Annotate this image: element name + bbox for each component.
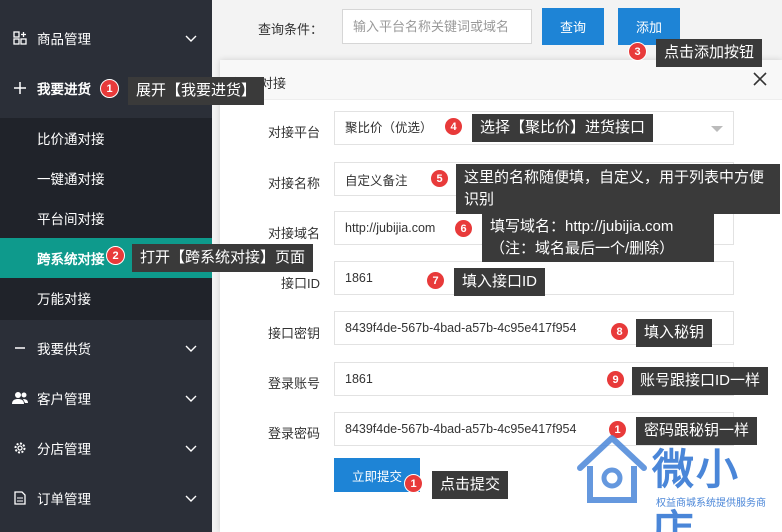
chevron-down-icon <box>185 445 197 452</box>
plus-icon <box>12 80 28 96</box>
account-label: 登录账号 <box>267 376 320 391</box>
chevron-down-icon <box>185 35 197 42</box>
step-badge-8: 8 <box>610 322 629 341</box>
api-key-label: 接口密钥 <box>267 326 320 341</box>
chevron-down-icon <box>185 395 197 402</box>
tip-click-submit: 点击提交 <box>432 471 509 499</box>
sidebar-item-label: 我要进货 <box>37 82 91 97</box>
password-label: 登录密码 <box>267 426 320 441</box>
watermark-brand: 微小店 <box>652 445 741 532</box>
tip-fill-key: 填入秘钥 <box>636 319 713 347</box>
tip-fill-api-id: 填入接口ID <box>454 268 546 296</box>
tip-click-add: 点击添加按钮 <box>656 39 763 67</box>
watermark-slogan: 权益商城系统提供服务商 <box>656 498 766 509</box>
step-badge-6: 6 <box>454 219 473 238</box>
tip-open-cross-system: 打开【跨系统对接】页面 <box>132 244 314 272</box>
users-icon <box>12 390 28 406</box>
chevron-down-icon <box>185 495 197 502</box>
step-badge-9: 9 <box>606 370 625 389</box>
step-badge-7: 7 <box>426 271 445 290</box>
tip-domain-line: 填写域名：http://jubijia.com <box>490 218 674 235</box>
step-badge-1: 1 <box>100 79 119 98</box>
sidebar-item-label: 客户管理 <box>37 392 91 407</box>
sidebar-item-goods[interactable]: 商品管理 <box>0 18 212 58</box>
domain-label: 对接域名 <box>267 226 320 241</box>
subitem-price-compare[interactable]: 比价通对接 <box>0 118 212 158</box>
sidebar-item-label: 我要供货 <box>37 342 91 357</box>
sidebar-item-label: 商品管理 <box>37 32 91 47</box>
sidebar-item-label: 订单管理 <box>37 492 91 507</box>
chevron-down-icon <box>185 345 197 352</box>
step-badge-4: 4 <box>444 117 463 136</box>
close-icon[interactable] <box>752 71 768 87</box>
query-button[interactable]: 查询 <box>542 8 604 45</box>
document-icon <box>12 490 28 506</box>
subitem-platform[interactable]: 平台间对接 <box>0 198 212 238</box>
minus-icon <box>12 340 28 356</box>
caret-down-icon <box>711 126 723 132</box>
watermark-logo: 微小店 权益商城系统提供服务商 <box>572 430 782 532</box>
tip-select-platform: 选择【聚比价】进货接口 <box>472 114 654 142</box>
step-badge-3: 3 <box>628 42 647 61</box>
gear-icon <box>12 440 28 456</box>
tip-domain-note: （注：域名最后一个/删除） <box>490 240 675 257</box>
sidebar-item-supply[interactable]: 我要供货 <box>0 328 212 368</box>
tip-account-same: 账号跟接口ID一样 <box>632 367 769 395</box>
sidebar-item-branches[interactable]: 分店管理 <box>0 428 212 468</box>
step-badge-11: 1 <box>404 474 423 493</box>
tip-custom-name: 这里的名称随便填，自定义，用于列表中方便识别 <box>456 164 780 214</box>
search-input[interactable] <box>342 9 532 44</box>
platform-label: 对接平台 <box>267 125 320 140</box>
step-badge-5: 5 <box>430 169 449 188</box>
name-label: 对接名称 <box>267 176 320 191</box>
subitem-one-click[interactable]: 一键通对接 <box>0 158 212 198</box>
query-label: 查询条件： <box>258 22 324 37</box>
tip-fill-domain: 填写域名：http://jubijia.com （注：域名最后一个/删除） <box>482 214 714 262</box>
sidebar-item-orders[interactable]: 订单管理 <box>0 478 212 518</box>
subitem-universal[interactable]: 万能对接 <box>0 278 212 318</box>
grid-plus-icon <box>12 30 28 46</box>
step-badge-2: 2 <box>106 246 125 265</box>
tip-expand-purchase: 展开【我要进货】 <box>128 77 265 105</box>
sidebar-item-customers[interactable]: 客户管理 <box>0 378 212 418</box>
api-id-label: 接口ID <box>280 276 320 291</box>
sidebar-item-label: 分店管理 <box>37 442 91 457</box>
house-logo-icon <box>577 435 647 503</box>
